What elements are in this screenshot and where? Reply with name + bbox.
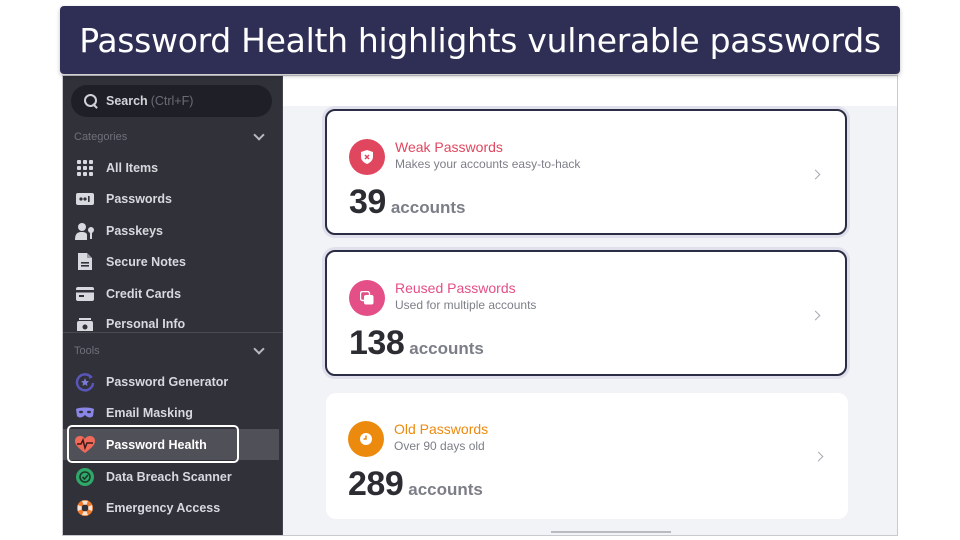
- count-unit: accounts: [408, 480, 483, 499]
- tools-header[interactable]: Tools: [74, 343, 269, 357]
- search-icon: [83, 93, 99, 109]
- sidebar-divider: [63, 332, 283, 333]
- sidebar-item-email-masking[interactable]: Email Masking: [67, 397, 279, 428]
- chevron-down-icon[interactable]: [253, 129, 265, 141]
- tools-heading: Tools: [74, 345, 100, 357]
- page-header: [283, 76, 897, 106]
- count-unit: accounts: [409, 339, 484, 358]
- password-icon: [75, 189, 95, 209]
- categories-heading: Categories: [74, 131, 128, 143]
- shield-x-icon: [349, 139, 385, 175]
- card-subtitle: Used for multiple accounts: [395, 298, 537, 312]
- search-label: Search: [106, 94, 148, 108]
- sidebar-item-passkeys[interactable]: Passkeys: [67, 215, 279, 246]
- caption-banner: Password Health highlights vulnerable pa…: [60, 6, 900, 74]
- sidebar-item-emergency-access[interactable]: Emergency Access: [67, 492, 279, 523]
- sidebar-item-credit-cards[interactable]: Credit Cards: [67, 278, 279, 309]
- categories-header[interactable]: Categories: [74, 129, 269, 143]
- lifebuoy-icon: [75, 498, 95, 518]
- chevron-right-icon[interactable]: [810, 310, 821, 321]
- sidebar-item-label: Secure Notes: [106, 254, 186, 269]
- grid-icon: [75, 158, 95, 178]
- passkey-icon: [75, 221, 95, 241]
- sidebar-item-password-generator[interactable]: Password Generator: [67, 366, 279, 397]
- card-title: Reused Passwords: [395, 280, 516, 296]
- sidebar-item-label: Credit Cards: [106, 286, 182, 301]
- sidebar: Search (Ctrl+F) Categories All Items Pas…: [63, 76, 283, 535]
- note-icon: [75, 252, 95, 272]
- credit-card-icon: [75, 284, 95, 304]
- count-value: 39: [349, 183, 386, 221]
- generator-icon: [75, 372, 95, 392]
- old-passwords-card[interactable]: Old Passwords Over 90 days old 289 accou…: [326, 393, 848, 519]
- sidebar-item-label: All Items: [106, 160, 159, 175]
- sidebar-item-label: Data Breach Scanner: [106, 469, 232, 484]
- card-subtitle: Over 90 days old: [394, 439, 485, 453]
- sidebar-item-label: Personal Info: [106, 317, 186, 331]
- chevron-right-icon[interactable]: [813, 451, 824, 462]
- sidebar-item-label: Passkeys: [106, 223, 164, 238]
- card-subtitle: Makes your accounts easy-to-hack: [395, 157, 581, 171]
- sidebar-item-all-items[interactable]: All Items: [67, 152, 279, 183]
- reused-passwords-card[interactable]: Reused Passwords Used for multiple accou…: [325, 250, 847, 376]
- search-shortcut: (Ctrl+F): [150, 94, 194, 108]
- main-content: Weak Passwords Makes your accounts easy-…: [283, 76, 897, 535]
- count-value: 138: [349, 324, 405, 362]
- sidebar-item-label: Emergency Access: [106, 500, 221, 515]
- scanner-icon: [75, 467, 95, 487]
- card-title: Weak Passwords: [395, 139, 503, 155]
- mask-icon: [75, 403, 95, 423]
- sidebar-item-data-breach-scanner[interactable]: Data Breach Scanner: [67, 461, 279, 492]
- sidebar-item-personal-info[interactable]: Personal Info: [67, 309, 279, 331]
- copy-icon: [349, 280, 385, 316]
- sidebar-item-secure-notes[interactable]: Secure Notes: [67, 246, 279, 277]
- chevron-right-icon[interactable]: [810, 169, 821, 180]
- clock-icon: [348, 421, 384, 457]
- card-count: 39 accounts: [349, 183, 465, 222]
- card-title: Old Passwords: [394, 421, 489, 437]
- weak-passwords-card[interactable]: Weak Passwords Makes your accounts easy-…: [325, 109, 847, 235]
- card-count: 138 accounts: [349, 324, 484, 363]
- sidebar-item-label: Passwords: [106, 191, 173, 206]
- caption-title: Password Health highlights vulnerable pa…: [79, 20, 881, 60]
- search-input[interactable]: Search (Ctrl+F): [71, 85, 272, 117]
- app-window: Search (Ctrl+F) Categories All Items Pas…: [62, 75, 898, 536]
- card-count: 289 accounts: [348, 465, 483, 504]
- active-item-highlight: [67, 425, 239, 463]
- truncated-footer-link: [551, 531, 671, 533]
- chevron-down-icon[interactable]: [253, 343, 265, 355]
- sidebar-item-passwords[interactable]: Passwords: [67, 183, 279, 214]
- personal-info-icon: [75, 317, 95, 331]
- sidebar-item-label: Email Masking: [106, 405, 193, 420]
- count-unit: accounts: [390, 198, 466, 217]
- sidebar-item-label: Password Generator: [106, 374, 229, 389]
- count-value: 289: [348, 465, 404, 503]
